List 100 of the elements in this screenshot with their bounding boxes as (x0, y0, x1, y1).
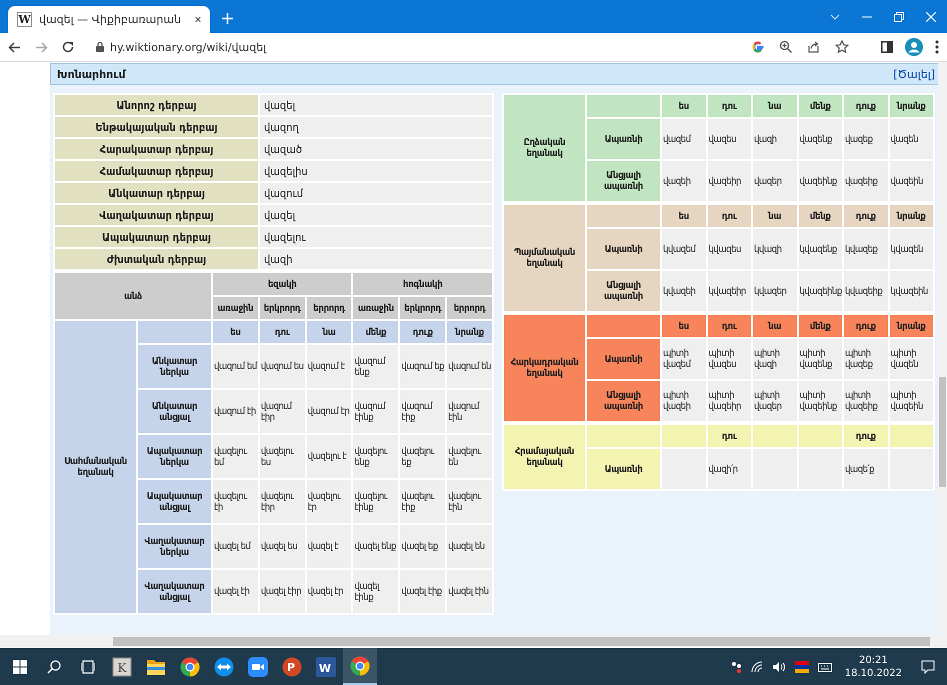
table-cell: վազում են (447, 345, 492, 388)
menu-icon[interactable] (935, 40, 939, 54)
column-header: նրանք (890, 315, 933, 337)
column-header: դու (708, 95, 751, 117)
mood-header: Հրամայական եղանակ (504, 425, 585, 489)
close-icon[interactable] (195, 15, 201, 24)
table-cell: պիտի վազեր (753, 381, 796, 421)
speaker-icon[interactable] (772, 660, 786, 672)
column-header: անձ (55, 273, 211, 319)
column-header: մենք (353, 321, 398, 343)
row-header: Ապակատար ներկա (138, 435, 211, 478)
row-header: Ապառնի (587, 229, 660, 269)
mood-header: Սահմանական եղանակ (55, 321, 136, 613)
row-header: Անկատար ներկա (138, 345, 211, 388)
chevron-down-icon[interactable] (830, 14, 840, 20)
restore-icon[interactable] (894, 12, 904, 22)
table-cell: վազել էի (213, 570, 258, 613)
table-cell: պիտի վազենք (798, 339, 842, 379)
table-cell: վազում ենք (353, 345, 398, 388)
table-cell: վազել եմ (213, 525, 258, 568)
share-icon[interactable] (807, 40, 821, 54)
table-cell: վազելու եմ (213, 435, 258, 478)
taskbar-button[interactable]: W (309, 648, 343, 685)
clock-time: 20:21 (858, 654, 888, 666)
column-header: դուք (844, 95, 888, 117)
column-header: դուք (844, 315, 888, 337)
table-cell: վազելու ես (260, 435, 305, 478)
table-cell: վազեն (890, 119, 933, 159)
table-cell: վազում է (306, 345, 352, 388)
plus-icon[interactable] (222, 13, 233, 24)
table-cell: վազելու էի (213, 480, 258, 523)
row-header: Անկատար դերբայ (55, 183, 258, 203)
table-cell: վազենք (798, 119, 842, 159)
back-arrow-icon[interactable] (8, 42, 21, 52)
minimize-icon[interactable] (862, 16, 872, 18)
row-header: Ապակատար անցյալ (138, 480, 211, 523)
table-cell: վազե՛ք (844, 449, 888, 489)
column-header: դու (708, 315, 751, 337)
app-icon: K (112, 656, 132, 676)
avatar-icon[interactable] (905, 38, 923, 56)
table-cell: կվազենք (798, 229, 842, 269)
clock[interactable]: 20:21 18.10.2022 (844, 654, 902, 680)
table-cell: վազի (753, 119, 796, 159)
notification-icon[interactable] (921, 660, 935, 674)
table-cell: վազում եմ (213, 345, 258, 388)
table-cell: պիտի վազեմ (662, 339, 706, 379)
address-field[interactable]: hy.wiktionary.org/wiki/վազել (88, 36, 857, 58)
browser-tab[interactable]: W վազել — Վիքիբառարան (8, 6, 210, 33)
table-cell: վազելու էինք (353, 480, 398, 523)
table-cell: վազելու են (447, 435, 492, 478)
taskbar-button[interactable]: K (105, 648, 139, 685)
scrollbar-thumb[interactable] (939, 377, 946, 487)
column-header: դուք (844, 205, 888, 227)
column-header: մենք (798, 95, 842, 117)
table-cell: վազելու էիր (260, 480, 305, 523)
taskbar-button[interactable]: P (275, 648, 309, 685)
table-cell: կվազեք (844, 229, 888, 269)
column-header: դու (260, 321, 305, 343)
table-cell: վազի (260, 249, 492, 269)
table-cell: վազեիք (844, 161, 888, 201)
zoom-icon[interactable] (779, 40, 793, 54)
star-icon[interactable] (835, 40, 849, 54)
table-cell: վազում էր (306, 390, 352, 433)
table-cell: վազել էիք (400, 570, 446, 613)
folder-icon (146, 658, 166, 676)
side-panel-icon[interactable] (881, 41, 893, 53)
column-header: երկրորդ (260, 297, 305, 319)
table-cell: վազելու էր (306, 480, 352, 523)
row-header: Անկատար անցյալ (138, 390, 211, 433)
search-icon (47, 660, 61, 674)
table-cell: վազեք (844, 119, 888, 159)
column-header: նրանք (447, 321, 492, 343)
table-cell: կվազեինք (798, 271, 842, 311)
scrollbar-thumb[interactable] (113, 637, 930, 646)
taskbar-button[interactable] (343, 648, 377, 685)
column-header: ես (213, 321, 258, 343)
column-header: առաջին (353, 297, 398, 319)
flag-icon[interactable] (794, 660, 809, 672)
row-header: Ապառնի (587, 339, 660, 379)
collapse-link[interactable]: [Ծալել] (893, 68, 935, 80)
keyboard-icon[interactable] (818, 660, 832, 672)
table-cell: կվազեիք (844, 271, 888, 311)
row-header: Համակատար դերբայ (55, 161, 258, 181)
wifi-icon[interactable] (750, 660, 763, 672)
table-cell: պիտի վազեին (890, 381, 933, 421)
people-icon[interactable] (730, 660, 742, 672)
windows-logo-icon (13, 660, 27, 674)
row-header: Անցյալի ապառնի (587, 381, 660, 421)
column-header: նա (753, 95, 796, 117)
chrome-icon (350, 656, 370, 676)
mood-header: Ըղձական եղանակ (504, 95, 585, 201)
table-cell: պիտի վազեք (844, 339, 888, 379)
clock-date: 18.10.2022 (844, 666, 902, 680)
google-logo-icon[interactable] (751, 40, 765, 54)
column-header: նա (753, 315, 796, 337)
table-cell: կվազեն (890, 229, 933, 269)
mood-header: Պայմանական եղանակ (504, 205, 585, 311)
reload-icon[interactable] (62, 41, 74, 53)
column-header: դուք (400, 321, 446, 343)
table-cell: պիտի վազեի (662, 381, 706, 421)
